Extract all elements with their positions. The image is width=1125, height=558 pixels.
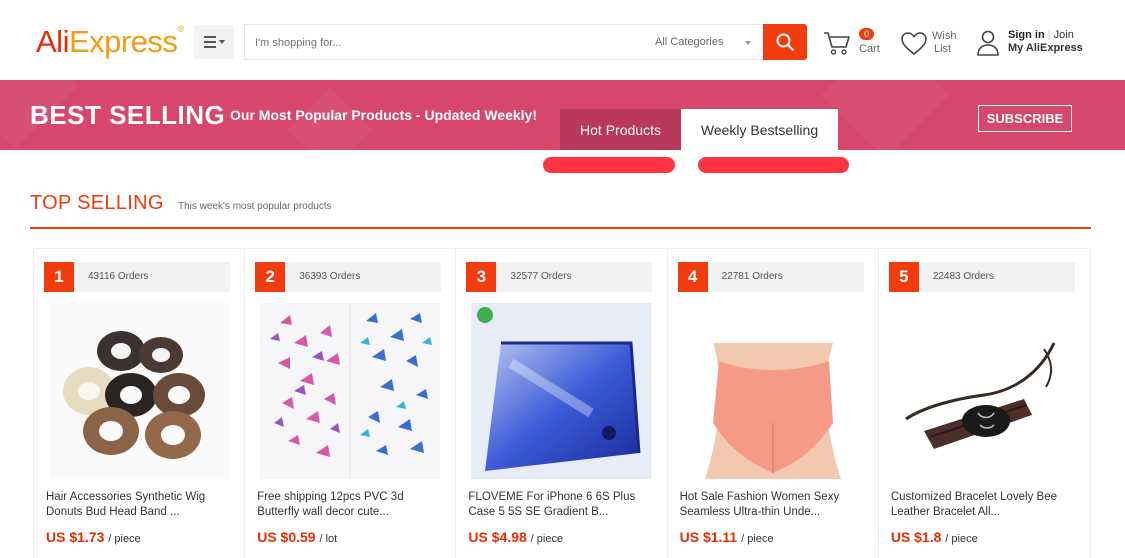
join-link[interactable]: Join	[1054, 29, 1074, 41]
search-button[interactable]	[763, 24, 807, 60]
butterflies-image	[260, 303, 441, 479]
wish-list-link[interactable]: Wish List	[932, 30, 956, 56]
price-unit: / piece	[108, 533, 141, 545]
rank-badge: 2	[255, 262, 286, 292]
search-input[interactable]	[255, 33, 615, 53]
account-links: Sign in | Join My AliExpress	[1008, 29, 1083, 55]
cart-label[interactable]: Cart	[859, 43, 880, 56]
rank-badge: 4	[677, 262, 708, 292]
tab-weekly-bestselling[interactable]: Weekly Bestselling	[681, 109, 838, 150]
price-unit: / piece	[530, 533, 564, 545]
wish-label-line1: Wish	[932, 30, 957, 42]
logo-registered-mark: ®	[177, 24, 184, 34]
rank-bar: 3 32577 Orders	[466, 262, 653, 292]
cart-count-badge: 0	[859, 28, 875, 40]
rank-bar: 2 36393 Orders	[255, 262, 442, 292]
rank-bar: 5 22483 Orders	[888, 262, 1075, 292]
price-value: US $0.59	[257, 529, 316, 545]
heart-icon[interactable]	[900, 31, 928, 57]
redaction-mark	[543, 157, 675, 173]
sign-in-link[interactable]: Sign in	[1008, 29, 1045, 41]
order-count: 36393 Orders	[299, 271, 361, 282]
bracelet-image	[893, 303, 1074, 479]
product-title[interactable]: Hair Accessories Synthetic Wig Donuts Bu…	[46, 490, 234, 520]
product-card[interactable]: 2 36393 Orders Free shipping 12pcs PVC 3…	[245, 249, 457, 558]
product-card[interactable]: 5 22483 Orders Customized Bracelet Lovel…	[879, 249, 1090, 558]
my-aliexpress-link[interactable]: My AliExpress	[1008, 42, 1083, 55]
logo-part-ali: Ali	[36, 24, 69, 59]
price-value: US $4.98	[468, 529, 527, 545]
section-subtitle: This week's most popular products	[178, 201, 332, 212]
category-select[interactable]: All Categories	[655, 36, 723, 48]
hamburger-icon	[203, 36, 216, 48]
rank-badge: 5	[888, 262, 919, 292]
order-count: 22483 Orders	[932, 271, 994, 282]
rank-bar: 4 22781 Orders	[677, 262, 864, 292]
aliexpress-logo[interactable]: AliExpress®	[36, 24, 184, 60]
price-value: US $1.8	[890, 529, 942, 545]
product-image[interactable]	[682, 303, 863, 479]
banner-decoration	[821, 80, 949, 150]
product-title[interactable]: Customized Bracelet Lovely Bee Leather B…	[891, 490, 1079, 520]
site-header: AliExpress® All Categories 0 Cart Wish L…	[0, 0, 1125, 80]
product-price: US $0.59 / lot	[257, 529, 337, 545]
search-icon	[776, 33, 795, 52]
product-card[interactable]: 1 43116 Orders Hair Accessories Syntheti…	[34, 249, 246, 558]
wish-label-line2: List	[934, 43, 952, 55]
hair-donuts-image	[49, 303, 229, 479]
subscribe-button[interactable]: SUBSCRIBE	[978, 105, 1072, 132]
rank-badge: 1	[44, 262, 74, 292]
phone-case-image	[471, 303, 652, 479]
section-title: TOP SELLING	[30, 192, 164, 214]
product-title[interactable]: Free shipping 12pcs PVC 3d Butterfly wal…	[257, 490, 445, 520]
product-grid: 1 43116 Orders Hair Accessories Syntheti…	[33, 248, 1091, 558]
price-unit: / piece	[945, 533, 978, 545]
category-menu-button[interactable]	[194, 25, 234, 59]
price-value: US $1.11	[679, 529, 738, 545]
product-price: US $4.98 / piece	[468, 529, 563, 545]
cart-icon[interactable]	[822, 30, 852, 56]
order-count: 22781 Orders	[721, 271, 783, 282]
product-card[interactable]: 3 32577 Orders FLOVEME For iPhone 6 6S P…	[456, 249, 668, 558]
user-icon[interactable]	[976, 29, 1000, 57]
chevron-down-icon	[745, 41, 751, 45]
product-price: US $1.73 / piece	[46, 529, 141, 545]
product-price: US $1.8 / piece	[891, 529, 978, 545]
product-image[interactable]	[260, 303, 441, 479]
redaction-mark	[698, 157, 849, 173]
rank-badge: 3	[466, 262, 497, 292]
product-image[interactable]	[471, 303, 652, 479]
section-divider	[30, 227, 1091, 229]
product-image[interactable]	[49, 303, 229, 479]
best-selling-banner: BEST SELLING Our Most Popular Products -…	[0, 80, 1125, 150]
product-title[interactable]: Hot Sale Fashion Women Sexy Seamless Ult…	[680, 490, 868, 520]
underwear-image	[682, 303, 863, 479]
product-title[interactable]: FLOVEME For iPhone 6 6S Plus Case 5 5S S…	[468, 490, 656, 520]
price-value: US $1.73	[46, 529, 105, 545]
banner-subtitle: Our Most Popular Products - Updated Week…	[230, 107, 538, 123]
tab-hot-products[interactable]: Hot Products	[560, 109, 681, 150]
product-card[interactable]: 4 22781 Orders Hot Sale Fashion Women Se…	[668, 249, 879, 558]
order-count: 43116 Orders	[88, 271, 149, 282]
caret-down-icon	[218, 40, 225, 44]
order-count: 32577 Orders	[510, 271, 572, 282]
product-image[interactable]	[893, 303, 1074, 479]
price-unit: / lot	[319, 533, 338, 545]
logo-part-express: Express	[68, 24, 178, 59]
product-price: US $1.11 / piece	[680, 529, 774, 545]
search-bar: All Categories	[244, 24, 764, 60]
price-unit: / piece	[741, 533, 774, 545]
banner-title: BEST SELLING	[30, 100, 226, 130]
rank-bar: 1 43116 Orders	[44, 262, 230, 292]
